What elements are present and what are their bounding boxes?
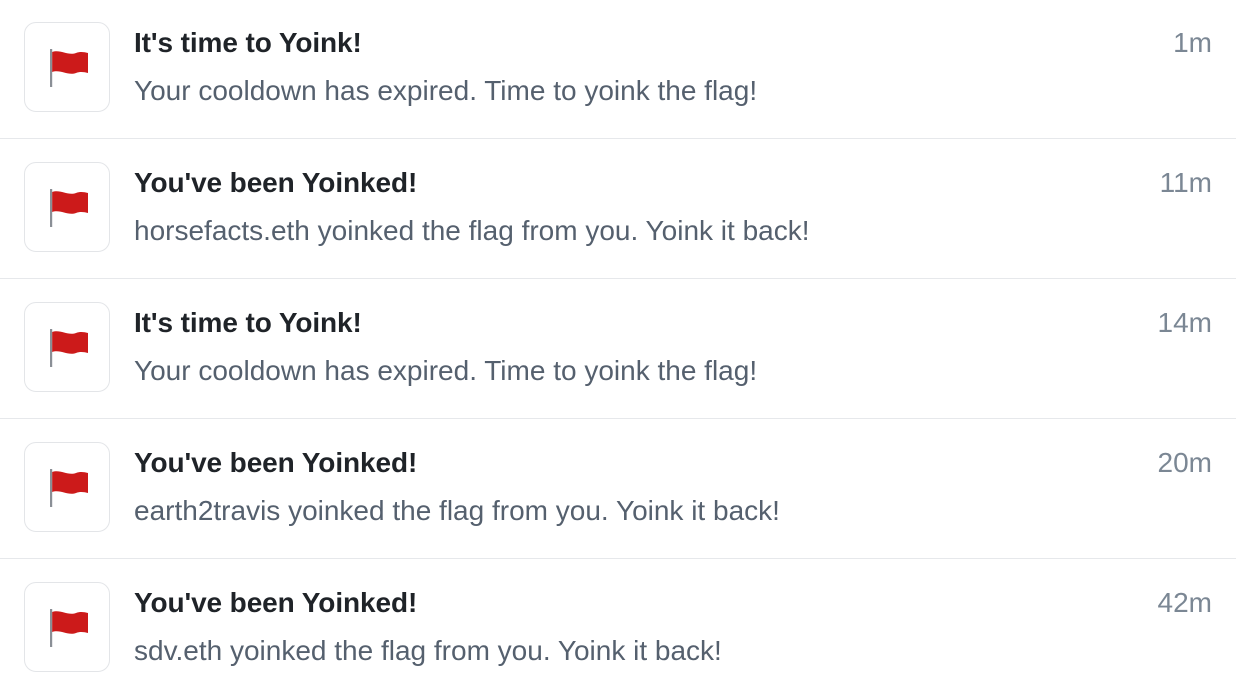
notification-time: 14m [1157, 307, 1212, 338]
notification-body: Your cooldown has expired. Time to yoink… [134, 75, 758, 106]
notification-title: You've been Yoinked! [134, 587, 418, 618]
notification-title: You've been Yoinked! [134, 447, 418, 478]
notification-time: 42m [1157, 587, 1212, 618]
notification-time: 11m [1159, 167, 1212, 198]
notification-body: Your cooldown has expired. Time to yoink… [134, 355, 758, 386]
notification-body: earth2travis yoinked the flag from you. … [134, 495, 780, 526]
red-flag-icon [50, 189, 88, 227]
red-flag-icon [50, 329, 88, 367]
notification-item[interactable]: You've been Yoinked! earth2travis yoinke… [0, 419, 1236, 559]
notification-icon-box [24, 22, 110, 112]
notification-title: You've been Yoinked! [134, 167, 418, 198]
notification-body: horsefacts.eth yoinked the flag from you… [134, 215, 810, 246]
notification-item[interactable]: You've been Yoinked! horsefacts.eth yoin… [0, 139, 1236, 279]
notification-title: It's time to Yoink! [134, 307, 362, 338]
notification-icon-box [24, 162, 110, 252]
notification-icon-box [24, 582, 110, 672]
notification-item[interactable]: You've been Yoinked! sdv.eth yoinked the… [0, 559, 1236, 699]
notification-item[interactable]: It's time to Yoink! Your cooldown has ex… [0, 0, 1236, 139]
red-flag-icon [50, 49, 88, 87]
notification-icon-box [24, 302, 110, 392]
red-flag-icon [50, 609, 88, 647]
notification-title: It's time to Yoink! [134, 27, 362, 58]
notification-body: sdv.eth yoinked the flag from you. Yoink… [134, 635, 722, 666]
notification-list: It's time to Yoink! Your cooldown has ex… [0, 0, 1236, 699]
notification-time: 1m [1173, 27, 1212, 58]
red-flag-icon [50, 469, 88, 507]
notification-time: 20m [1157, 447, 1212, 478]
notification-icon-box [24, 442, 110, 532]
notification-item[interactable]: It's time to Yoink! Your cooldown has ex… [0, 279, 1236, 419]
